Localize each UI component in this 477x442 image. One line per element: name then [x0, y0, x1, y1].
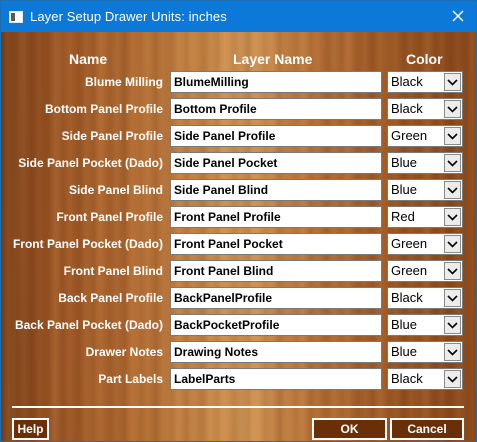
layer-name-input[interactable]: LabelParts [170, 368, 382, 390]
layer-name-input[interactable]: BackPocketProfile [170, 314, 382, 336]
color-select-value: Green [391, 128, 428, 143]
layer-row: Bottom Panel Profile Bottom Profile Black [1, 98, 476, 121]
color-select[interactable]: Green [387, 233, 463, 255]
dropdown-button[interactable] [444, 127, 461, 145]
layer-name-input[interactable]: Side Panel Profile [170, 125, 382, 147]
layer-name-input[interactable]: Side Panel Blind [170, 179, 382, 201]
layer-row: Back Panel Pocket (Dado) BackPocketProfil… [1, 314, 476, 337]
layer-name-input[interactable]: Front Panel Pocket [170, 233, 382, 255]
row-label: Bottom Panel Profile [44, 102, 163, 116]
dropdown-button[interactable] [444, 208, 461, 226]
color-select-value: Green [391, 236, 428, 251]
close-button[interactable] [446, 5, 470, 27]
color-select[interactable]: Blue [387, 341, 463, 363]
color-select[interactable]: Black [387, 98, 463, 120]
chevron-down-icon [447, 186, 458, 194]
row-label: Front Panel Profile [56, 210, 163, 224]
chevron-down-icon [447, 159, 458, 167]
dropdown-button[interactable] [444, 73, 461, 91]
ok-button[interactable]: OK [312, 418, 387, 440]
title-bar[interactable]: Layer Setup Drawer Units: inches [1, 1, 476, 32]
layer-row: Part Labels LabelParts Black [1, 368, 476, 391]
row-label: Front Panel Pocket (Dado) [12, 237, 163, 251]
layer-row: Side Panel Blind Side Panel Blind Blue [1, 179, 476, 202]
chevron-down-icon [447, 267, 458, 275]
dropdown-button[interactable] [444, 316, 461, 334]
dropdown-button[interactable] [444, 181, 461, 199]
chevron-down-icon [447, 375, 458, 383]
row-label: Blume Milling [85, 75, 163, 89]
row-label: Back Panel Pocket (Dado) [14, 318, 163, 332]
column-header-layer-name: Layer Name [233, 51, 313, 67]
divider [12, 406, 464, 408]
color-select-value: Blue [391, 344, 418, 359]
layer-row: Side Panel Pocket (Dado) Side Panel Pocke… [1, 152, 476, 175]
layer-name-input[interactable]: Drawing Notes [170, 341, 382, 363]
color-select-value: Black [391, 101, 423, 116]
dropdown-button[interactable] [444, 289, 461, 307]
color-select-value: Blue [391, 182, 418, 197]
color-select-value: Black [391, 74, 423, 89]
color-select-value: Black [391, 290, 423, 305]
dropdown-button[interactable] [444, 370, 461, 388]
layer-name-input[interactable]: BackPanelProfile [170, 287, 382, 309]
close-icon [452, 10, 464, 22]
dropdown-button[interactable] [444, 100, 461, 118]
color-select-value: Green [391, 263, 428, 278]
row-label: Drawer Notes [85, 345, 163, 359]
color-select[interactable]: Black [387, 71, 463, 93]
column-header-color: Color [406, 51, 443, 67]
layer-row: Front Panel Blind Front Panel Blind Green [1, 260, 476, 283]
layer-name-input[interactable]: BlumeMilling [170, 71, 382, 93]
color-select-value: Blue [391, 317, 418, 332]
color-select-value: Red [391, 209, 415, 224]
window-title: Layer Setup Drawer Units: inches [30, 9, 227, 24]
color-select[interactable]: Black [387, 287, 463, 309]
layer-name-input[interactable]: Bottom Profile [170, 98, 382, 120]
layer-row: Front Panel Profile Front Panel Profile Re… [1, 206, 476, 229]
row-label: Side Panel Blind [68, 183, 163, 197]
layer-row: Back Panel Profile BackPanelProfile Black [1, 287, 476, 310]
window-icon [9, 10, 23, 23]
color-select-value: Blue [391, 155, 418, 170]
color-select[interactable]: Red [387, 206, 463, 228]
color-select[interactable]: Blue [387, 179, 463, 201]
dialog-window: Layer Setup Drawer Units: inches Name La… [0, 0, 477, 442]
layer-name-input[interactable]: Front Panel Profile [170, 206, 382, 228]
dialog-content: Name Layer Name Color Blume Milling Blume… [1, 32, 476, 441]
dropdown-button[interactable] [444, 235, 461, 253]
layer-row: Side Panel Profile Side Panel Profile Gree… [1, 125, 476, 148]
layer-row: Blume Milling BlumeMilling Black [1, 71, 476, 94]
layer-name-input[interactable]: Front Panel Blind [170, 260, 382, 282]
row-label: Part Labels [98, 372, 163, 386]
color-select[interactable]: Green [387, 125, 463, 147]
layer-name-input[interactable]: Side Panel Pocket [170, 152, 382, 174]
row-label: Side Panel Profile [61, 129, 163, 143]
dropdown-button[interactable] [444, 154, 461, 172]
row-label: Front Panel Blind [63, 264, 163, 278]
chevron-down-icon [447, 348, 458, 356]
chevron-down-icon [447, 132, 458, 140]
color-select[interactable]: Blue [387, 152, 463, 174]
color-select[interactable]: Black [387, 368, 463, 390]
column-header-name: Name [69, 51, 108, 67]
cancel-button[interactable]: Cancel [390, 418, 464, 440]
help-button[interactable]: Help [12, 418, 49, 440]
dropdown-button[interactable] [444, 343, 461, 361]
chevron-down-icon [447, 321, 458, 329]
color-select-value: Black [391, 371, 423, 386]
chevron-down-icon [447, 240, 458, 248]
layer-row: Drawer Notes Drawing Notes Blue [1, 341, 476, 364]
row-label: Back Panel Profile [58, 291, 163, 305]
chevron-down-icon [447, 294, 458, 302]
color-select[interactable]: Green [387, 260, 463, 282]
layer-row: Front Panel Pocket (Dado) Front Panel Poc… [1, 233, 476, 256]
row-label: Side Panel Pocket (Dado) [18, 156, 163, 170]
chevron-down-icon [447, 105, 458, 113]
color-select[interactable]: Blue [387, 314, 463, 336]
chevron-down-icon [447, 213, 458, 221]
chevron-down-icon [447, 78, 458, 86]
dropdown-button[interactable] [444, 262, 461, 280]
